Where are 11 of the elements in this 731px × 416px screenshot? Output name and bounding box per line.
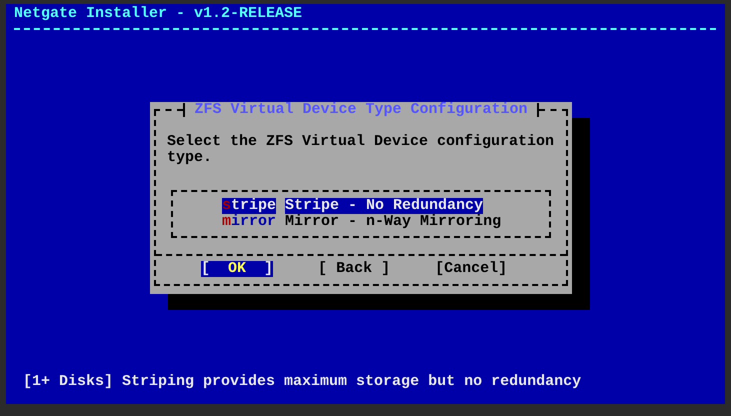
dialog-button[interactable]: [Cancel]	[435, 261, 508, 277]
option-description[interactable]: Stripe - No Redundancy	[285, 198, 484, 214]
dialog-button[interactable]: [ Back ]	[318, 261, 390, 277]
status-message: [1+ Disks] Striping provides maximum storage but no redundancy	[22, 374, 582, 390]
installer-title: Netgate Installer - v1.2-RELEASE	[14, 6, 302, 22]
dialog-button[interactable]: [ OK ]	[201, 261, 274, 277]
dialog-prompt: Select the ZFS Virtual Device configuration type.	[167, 134, 556, 166]
dialog-title: ZFS Virtual Device Type Configuration	[193, 102, 529, 118]
option-tag[interactable]: mirror	[222, 214, 276, 230]
option-tag[interactable]: stripe	[222, 198, 276, 214]
option-description[interactable]: Mirror - n-Way Mirroring	[285, 214, 502, 230]
